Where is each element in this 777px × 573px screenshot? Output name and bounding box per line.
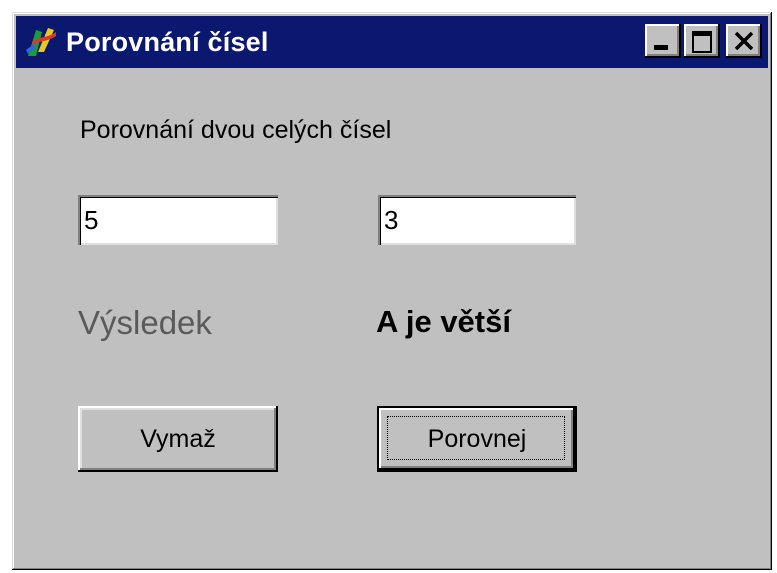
form-caption: Porovnání dvou celých čísel <box>80 116 392 144</box>
maximize-button[interactable] <box>684 24 720 58</box>
app-window: Porovnání čísel Porovnání dvou celých čí… <box>12 12 772 570</box>
result-value: A je větší <box>376 304 511 339</box>
close-icon <box>734 31 754 51</box>
window-title: Porovnání čísel <box>66 26 269 57</box>
result-label: Výsledek <box>78 304 212 341</box>
minimize-button[interactable] <box>645 24 681 58</box>
close-button[interactable] <box>726 24 762 58</box>
number-a-input[interactable]: 5 <box>78 195 278 245</box>
number-b-input[interactable]: 3 <box>378 195 576 245</box>
compare-button-label: Porovnej <box>427 425 527 453</box>
compare-button[interactable]: Porovnej <box>377 406 577 472</box>
app-icon[interactable] <box>22 22 62 62</box>
clear-button[interactable]: Vymaž <box>78 406 278 472</box>
title-bar[interactable]: Porovnání čísel <box>16 16 768 68</box>
window-controls <box>642 24 762 58</box>
